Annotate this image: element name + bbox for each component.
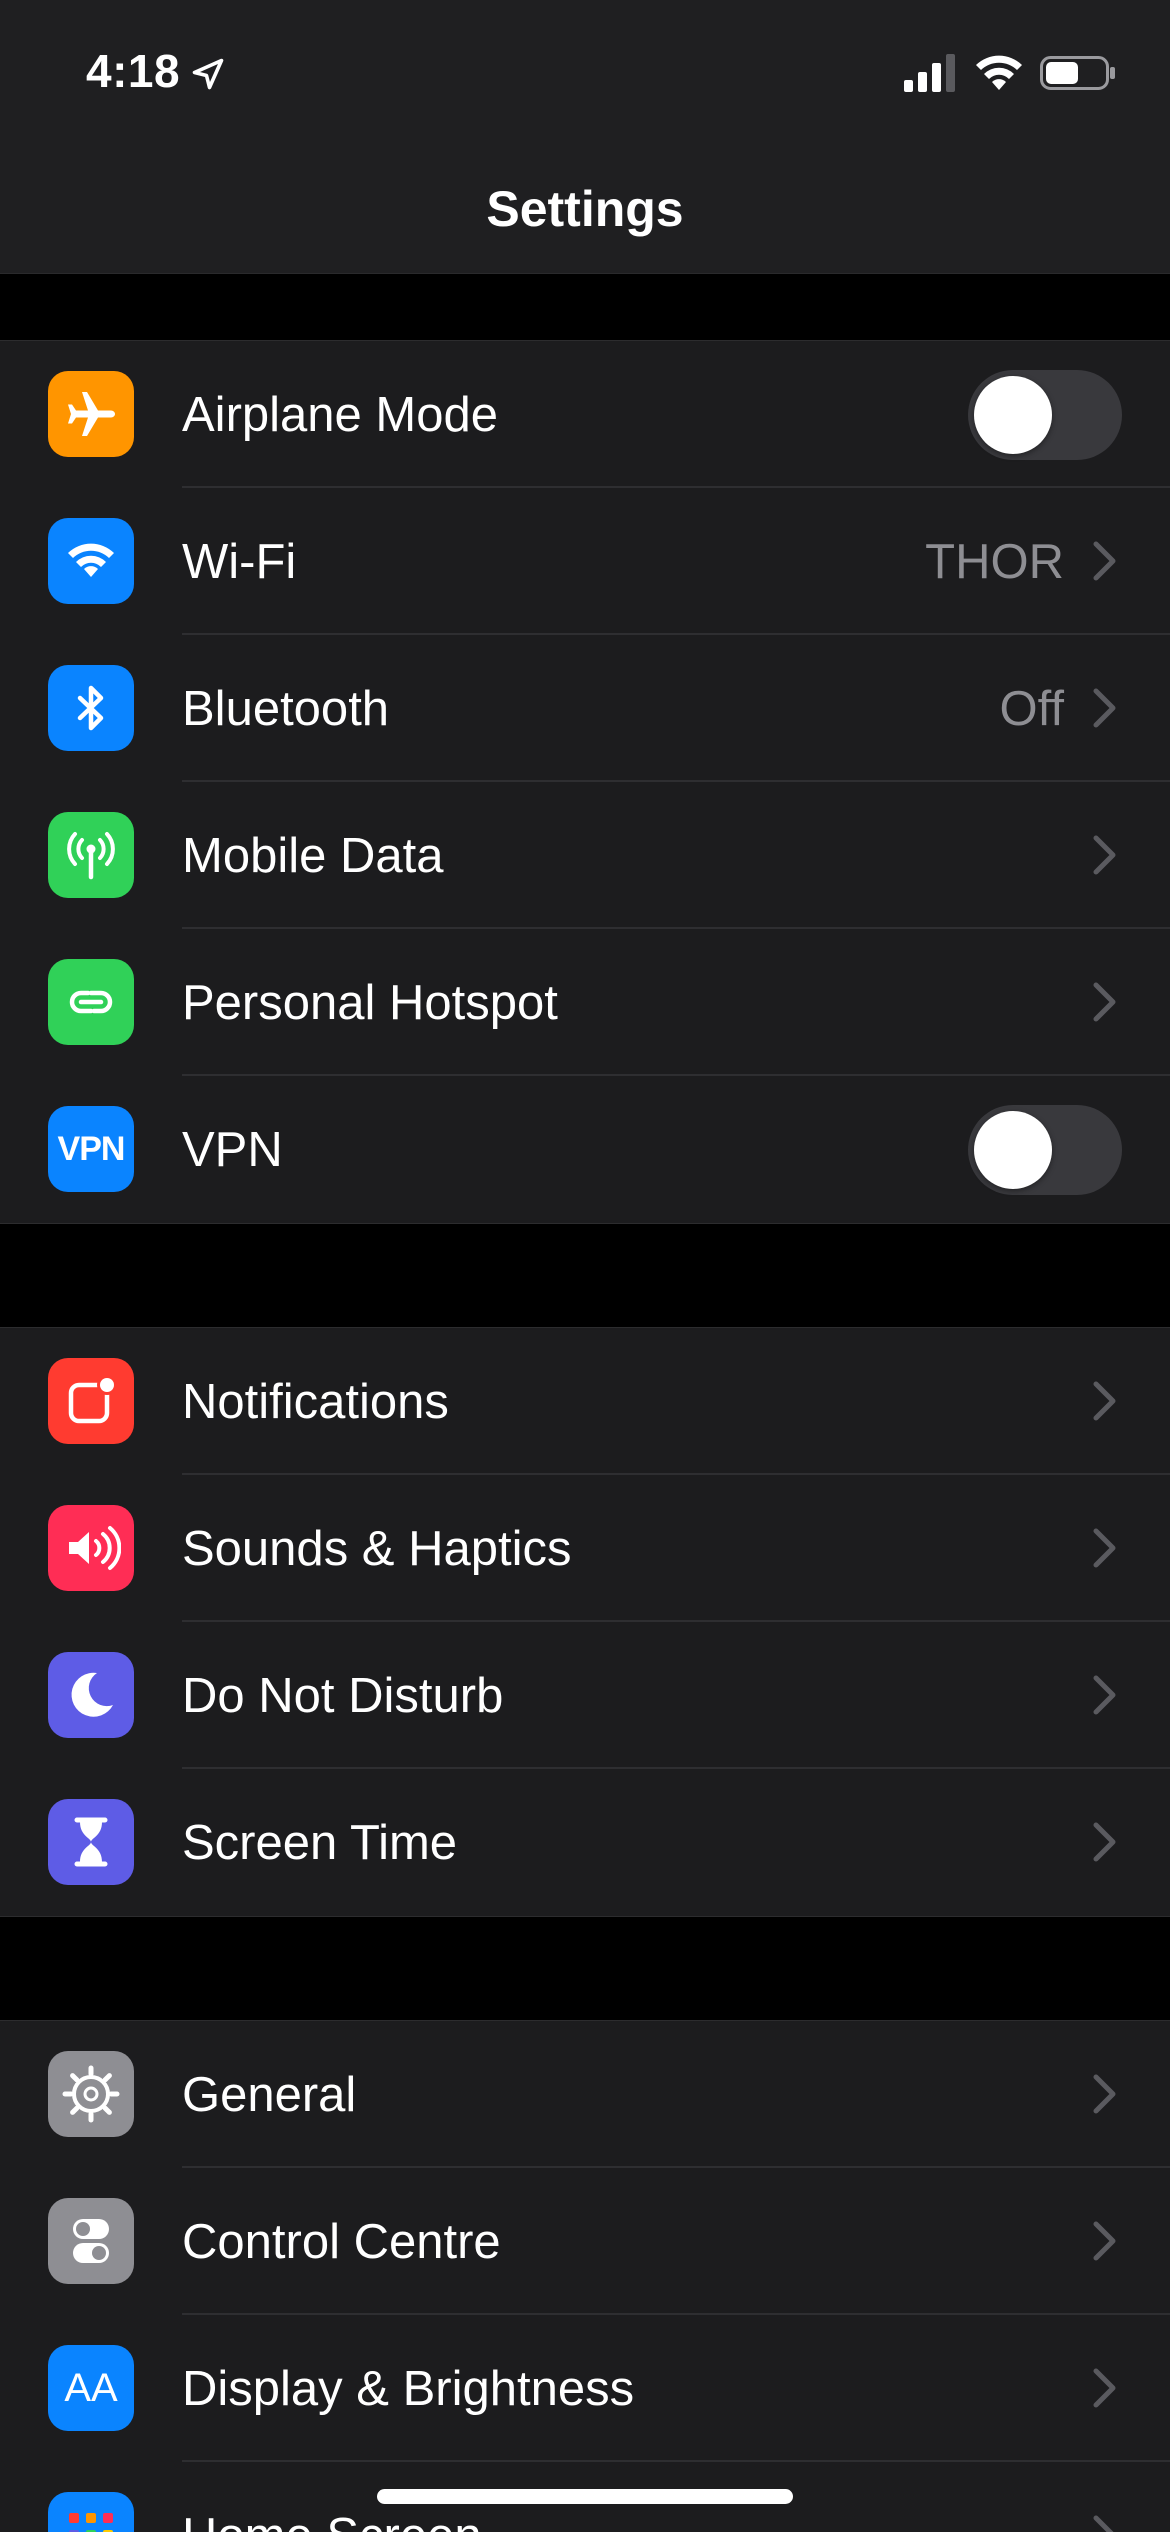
settings-row-display-brightness[interactable]: AA Display & Brightness: [0, 2315, 1170, 2462]
settings-row-mobile-data[interactable]: Mobile Data: [0, 782, 1170, 929]
gear-icon: [48, 2051, 134, 2137]
chevron-right-icon: [1093, 1528, 1116, 1568]
settings-row-sounds-haptics[interactable]: Sounds & Haptics: [0, 1475, 1170, 1622]
airplane-icon: [48, 371, 134, 457]
location-arrow-icon: [192, 58, 224, 90]
row-label: Personal Hotspot: [182, 976, 558, 1030]
row-label: Control Centre: [182, 2215, 501, 2269]
settings-row-general[interactable]: General: [0, 2021, 1170, 2168]
row-label: Screen Time: [182, 1816, 458, 1870]
cellular-signal-icon: [904, 54, 955, 92]
hourglass-icon: [48, 1799, 134, 1885]
chevron-right-icon: [1093, 1675, 1116, 1715]
row-label: Wi-Fi: [182, 535, 297, 589]
row-label: General: [182, 2068, 357, 2122]
settings-row-control-centre[interactable]: Control Centre: [0, 2168, 1170, 2315]
notifications-icon: [48, 1358, 134, 1444]
page-title: Settings: [486, 181, 684, 237]
settings-row-personal-hotspot[interactable]: Personal Hotspot: [0, 929, 1170, 1076]
wifi-icon: [48, 518, 134, 604]
settings-row-wifi[interactable]: Wi-Fi THOR: [0, 488, 1170, 635]
chevron-right-icon: [1093, 2221, 1116, 2261]
row-label: Airplane Mode: [182, 388, 498, 442]
row-label: Display & Brightness: [182, 2362, 635, 2416]
row-label: Notifications: [182, 1375, 449, 1429]
chevron-right-icon: [1093, 835, 1116, 875]
toggle-knob: [974, 1111, 1052, 1189]
bluetooth-value: Off: [999, 682, 1064, 736]
status-bar: 4:18: [0, 0, 1170, 140]
battery-icon: [1040, 56, 1115, 90]
chevron-right-icon: [1093, 541, 1116, 581]
settings-row-vpn[interactable]: VPN VPN: [0, 1076, 1170, 1223]
moon-icon: [48, 1652, 134, 1738]
row-label: VPN: [182, 1123, 283, 1177]
chevron-right-icon: [1093, 982, 1116, 1022]
switches-icon: [48, 2198, 134, 2284]
wifi-icon: [976, 55, 1022, 90]
row-label: Sounds & Haptics: [182, 1522, 572, 1576]
bluetooth-icon: [48, 665, 134, 751]
speaker-icon: [48, 1505, 134, 1591]
home-indicator[interactable]: [377, 2489, 793, 2504]
settings-group-general: General Control Centre AA Display & Brig…: [0, 2020, 1170, 2532]
chevron-right-icon: [1093, 2368, 1116, 2408]
settings-row-bluetooth[interactable]: Bluetooth Off: [0, 635, 1170, 782]
airplane-mode-toggle[interactable]: [968, 370, 1122, 460]
status-time: 4:18: [86, 45, 181, 97]
settings-group-connectivity: Airplane Mode Wi-Fi THOR Bluetooth Off M…: [0, 340, 1170, 1224]
toggle-knob: [974, 376, 1052, 454]
chevron-right-icon: [1093, 1381, 1116, 1421]
wifi-network-value: THOR: [925, 535, 1064, 589]
settings-row-do-not-disturb[interactable]: Do Not Disturb: [0, 1622, 1170, 1769]
hotspot-link-icon: [48, 959, 134, 1045]
row-label: Home Screen: [182, 2508, 482, 2532]
vpn-icon: VPN: [48, 1106, 134, 1192]
row-label: Mobile Data: [182, 829, 444, 883]
chevron-right-icon: [1093, 688, 1116, 728]
navigation-bar: Settings: [0, 140, 1170, 274]
vpn-toggle[interactable]: [968, 1105, 1122, 1195]
home-grid-icon: [48, 2492, 134, 2532]
antenna-icon: [48, 812, 134, 898]
settings-row-notifications[interactable]: Notifications: [0, 1328, 1170, 1475]
settings-group-notifications: Notifications Sounds & Haptics Do Not Di…: [0, 1327, 1170, 1917]
settings-row-screen-time[interactable]: Screen Time: [0, 1769, 1170, 1916]
chevron-right-icon: [1093, 2074, 1116, 2114]
text-size-icon: AA: [48, 2345, 134, 2431]
row-label: Bluetooth: [182, 682, 390, 736]
chevron-right-icon: [1093, 1822, 1116, 1862]
settings-row-airplane-mode[interactable]: Airplane Mode: [0, 341, 1170, 488]
chevron-right-icon: [1093, 2515, 1114, 2532]
row-label: Do Not Disturb: [182, 1669, 504, 1723]
vpn-icon-text: VPN: [57, 1129, 126, 1168]
text-size-icon-text: AA: [64, 2365, 118, 2410]
